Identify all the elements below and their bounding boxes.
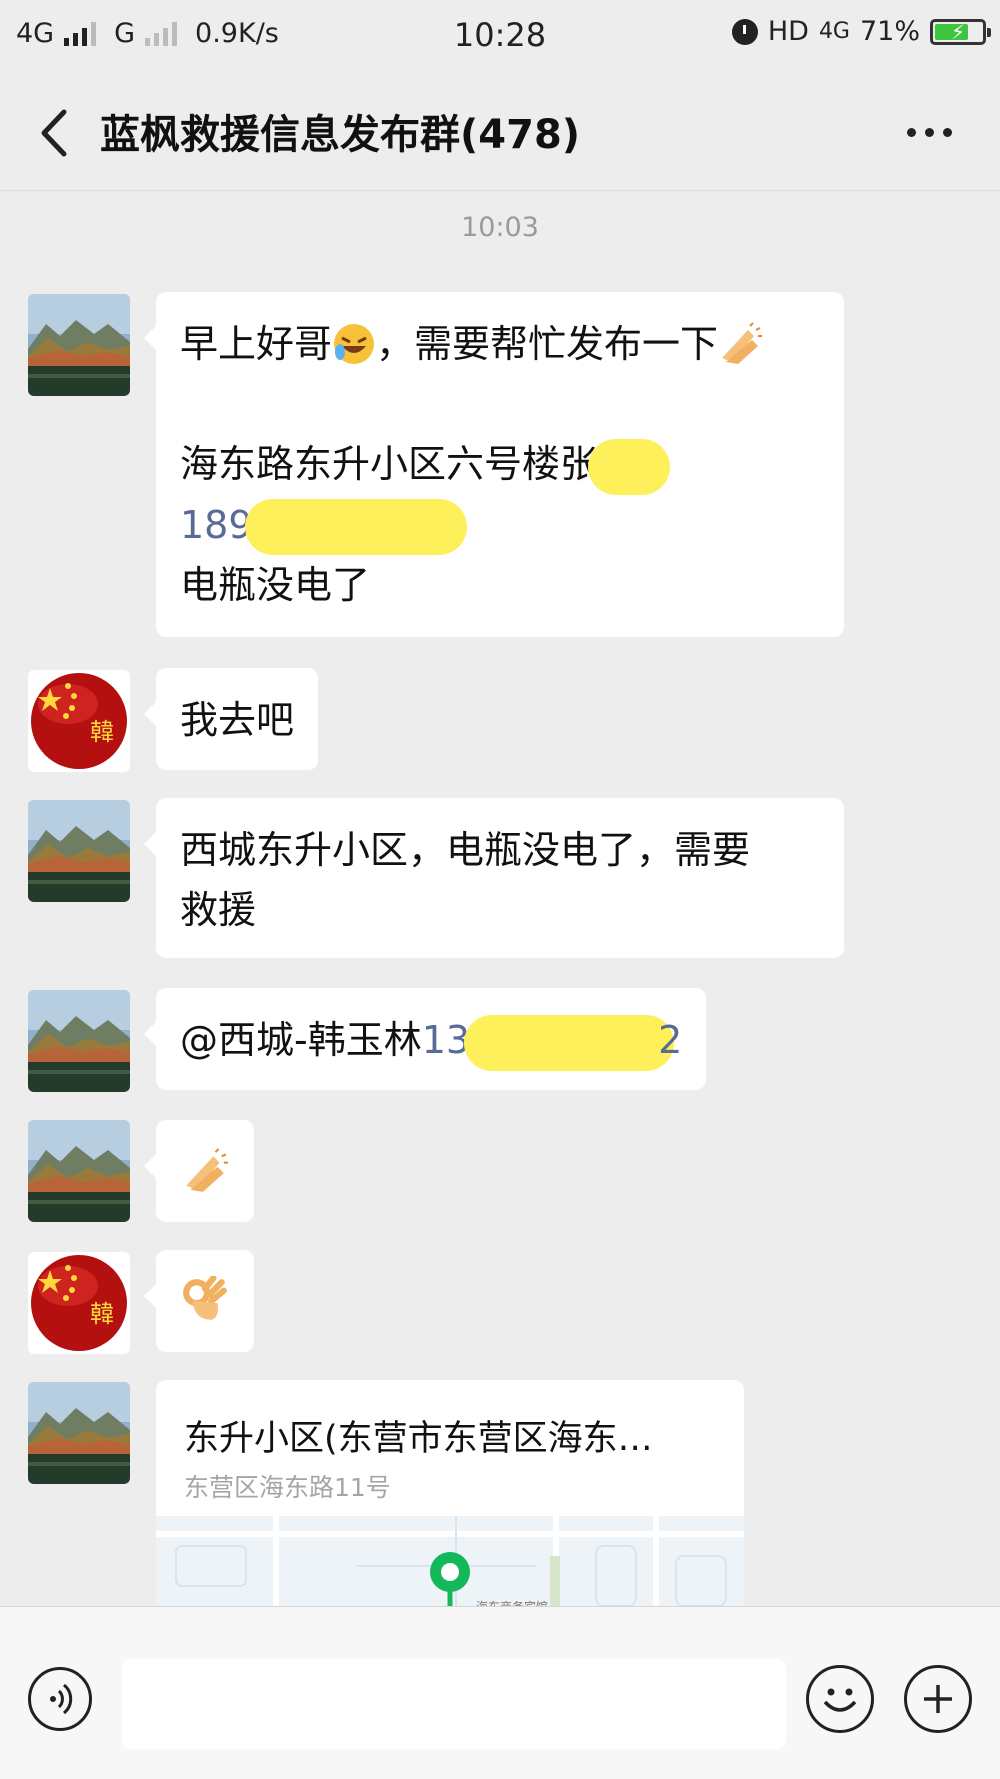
message-text: 早上好哥 [180, 322, 333, 366]
more-icon[interactable] [907, 128, 952, 137]
location-address: 东营区海东路11号 [184, 1473, 391, 1502]
avatar[interactable] [28, 990, 130, 1092]
location-title: 东升小区(东营市东营区海东… [184, 1419, 653, 1459]
nav-bar: 蓝枫救援信息发布群(478) [0, 72, 1000, 191]
avatar[interactable]: 韓 [28, 1252, 130, 1354]
message-text: 西城东升小区，电瓶没电了，需要 [180, 828, 751, 872]
input-bar [0, 1606, 1000, 1779]
chat-title: 蓝枫救援信息发布群(478) [100, 112, 581, 158]
message-bubble[interactable]: 我去吧 [143, 668, 319, 770]
network-label-3: 4G [818, 19, 850, 44]
ok-hand-emoji [183, 1274, 227, 1320]
status-bar: 4G G 0.9K/s 10:28 HD 4G 71% ⚡ [0, 0, 1000, 72]
smiley-icon [823, 1688, 857, 1712]
svg-text:韓: 韓 [90, 718, 114, 746]
battery-percent: 71% [859, 16, 920, 47]
message-text: 电瓶没电了 [180, 563, 371, 607]
message-bubble[interactable] [144, 1250, 254, 1352]
message-bubble[interactable]: 早上好哥 ，需要帮忙发布一下 海东路东升小区六号楼张 189 电瓶没电了 [144, 292, 844, 637]
clapping-hands-emoji [722, 321, 763, 364]
phone-link-end[interactable]: 2 [658, 1018, 682, 1062]
message-text: 海东路东升小区六号楼张 [180, 442, 599, 486]
hd-label: HD [767, 16, 809, 47]
avatar[interactable] [28, 1382, 130, 1484]
voice-button[interactable] [28, 1667, 92, 1731]
back-icon[interactable] [36, 108, 80, 158]
message-text: 救援 [180, 888, 257, 932]
message-bubble[interactable]: @西城-韩玉林13 2 [143, 988, 707, 1090]
svg-text:韓: 韓 [90, 1300, 114, 1328]
emoji-button[interactable] [806, 1665, 874, 1733]
message-input[interactable] [122, 1659, 786, 1749]
battery-icon: ⚡ [930, 18, 991, 45]
plus-button[interactable] [904, 1665, 972, 1733]
location-card[interactable]: 东升小区(东营市东营区海东… 东营区海东路11号 海东商务宾馆 [156, 1380, 744, 1615]
redaction-mark [464, 1014, 675, 1071]
message-timestamp: 10:03 [461, 212, 539, 243]
voice-icon [50, 1683, 73, 1715]
plus-icon [924, 1685, 952, 1713]
phone-link[interactable]: 13 [422, 1018, 470, 1062]
clapping-hands-emoji [186, 1148, 228, 1192]
phone-link[interactable]: 189 [180, 503, 253, 547]
redaction-mark [588, 438, 671, 495]
redaction-mark [244, 499, 467, 555]
laughing-crying-emoji [334, 323, 375, 364]
avatar[interactable]: 韓 [28, 670, 130, 772]
mention-text: @西城-韩玉林 [180, 1018, 422, 1062]
map-preview [156, 1516, 744, 1615]
avatar[interactable] [28, 1120, 130, 1222]
message-text: 我去吧 [180, 698, 295, 742]
alarm-icon [731, 18, 758, 45]
avatar[interactable] [28, 294, 130, 396]
message-bubble[interactable]: 西城东升小区，电瓶没电了，需要 救援 [144, 798, 844, 958]
message-bubble[interactable] [144, 1120, 254, 1222]
avatar[interactable] [28, 800, 130, 902]
message-text: ，需要帮忙发布一下 [376, 322, 719, 366]
